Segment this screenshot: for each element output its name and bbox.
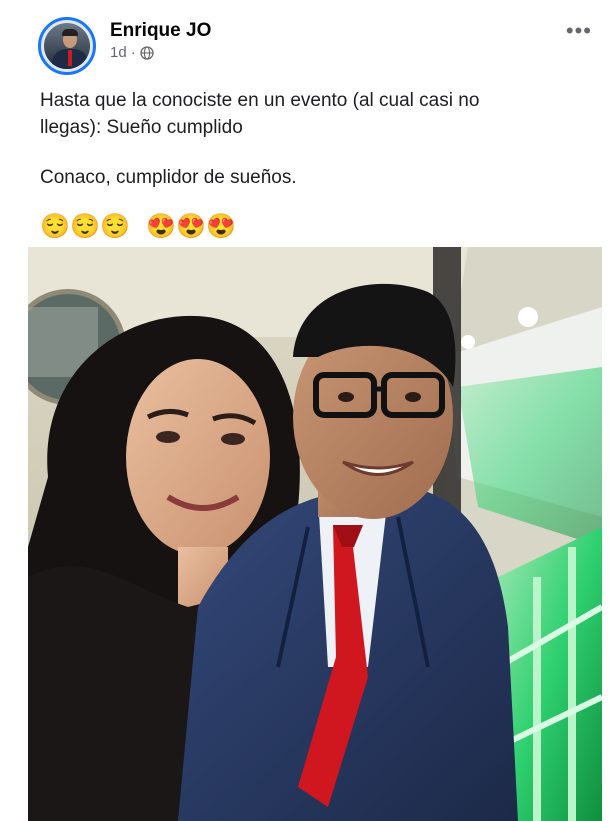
relieved-emoji: 😌 — [100, 213, 130, 240]
avatar-image — [44, 23, 90, 69]
facebook-post: Enrique JO 1d · ••• Hasta que la conocis… — [28, 0, 602, 821]
meta-separator: · — [130, 44, 136, 61]
heart-eyes-emoji: 😍 — [206, 213, 236, 240]
selfie-photo — [28, 247, 602, 821]
heart-eyes-emoji: 😍 — [146, 213, 176, 240]
author-avatar[interactable] — [38, 17, 96, 75]
post-time[interactable]: 1d — [110, 44, 127, 61]
relieved-emoji: 😌 — [70, 213, 100, 240]
post-text-line-3: Conaco, cumplidor de sueños. — [40, 167, 297, 188]
author-name[interactable]: Enrique JO — [110, 20, 211, 42]
emoji-gap — [130, 211, 144, 243]
emoji-row: 😌 😌 😌 😍 😍 😍 — [40, 211, 236, 243]
post-text-line-2: llegas): Sueño cumplido — [40, 117, 243, 138]
post-text-line-1: Hasta que la conociste en un evento (al … — [40, 90, 480, 111]
post-meta: 1d · — [110, 44, 154, 61]
globe-icon — [140, 45, 154, 60]
more-options-icon[interactable]: ••• — [566, 20, 592, 42]
relieved-emoji: 😌 — [40, 213, 70, 240]
heart-eyes-emoji: 😍 — [176, 213, 206, 240]
post-photo[interactable] — [28, 247, 602, 821]
